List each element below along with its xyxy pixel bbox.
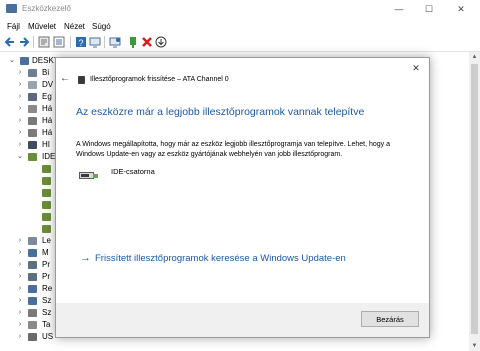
tree-item[interactable]: Bi (42, 68, 49, 78)
windows-update-link[interactable]: Frissített illesztőprogramok keresése a … (95, 253, 346, 264)
list-icon[interactable] (53, 36, 65, 48)
minimize-button[interactable]: — (384, 0, 414, 18)
dialog-description: A Windows megállapította, hogy már az es… (76, 141, 391, 158)
ide-channel-icon[interactable] (42, 165, 51, 173)
chevron-right-icon[interactable]: › (16, 260, 24, 270)
chevron-right-icon[interactable]: › (16, 236, 24, 246)
chevron-right-icon[interactable]: › (16, 68, 24, 78)
chevron-right-icon[interactable]: › (16, 284, 24, 294)
ide-channel-icon[interactable] (42, 201, 51, 209)
menu-bar: Fájl Művelet Nézet Súgó (0, 18, 480, 34)
chevron-down-icon[interactable]: ⌄ (16, 152, 24, 162)
ide-controller-icon (28, 153, 37, 161)
toolbar: ? (0, 34, 480, 52)
ide-channel-icon[interactable] (42, 225, 51, 233)
scrollbar-thumb[interactable] (471, 64, 478, 334)
ide-channel-icon (79, 172, 98, 179)
update-driver-dialog: ✕ ← Illesztőprogramok frissítése – ATA C… (55, 57, 430, 338)
update-driver-icon[interactable] (155, 36, 167, 48)
chevron-right-icon[interactable]: › (16, 116, 24, 126)
scan-hardware-icon[interactable] (109, 36, 121, 48)
printer-icon (28, 273, 37, 281)
window-close-button[interactable]: ✕ (446, 0, 476, 18)
menu-file[interactable]: Fájl (7, 22, 20, 31)
vertical-scrollbar[interactable]: ▲ ▼ (469, 52, 480, 351)
tree-item[interactable]: Ta (42, 320, 50, 330)
disk-drive-icon (28, 129, 37, 137)
menu-help[interactable]: Súgó (92, 22, 111, 31)
tree-item[interactable]: Há (42, 128, 52, 138)
monitor-icon[interactable] (89, 36, 101, 48)
ide-channel-icon[interactable] (42, 189, 51, 197)
tree-item[interactable]: Re (42, 284, 52, 294)
computer-icon (28, 297, 37, 305)
tree-item[interactable]: Pr (42, 272, 50, 282)
back-arrow-icon[interactable] (4, 36, 16, 48)
hid-icon (28, 141, 37, 149)
computer-icon (20, 57, 29, 65)
storage-controller-icon (28, 321, 37, 329)
tree-item[interactable]: Sz (42, 308, 51, 318)
arrow-right-icon[interactable]: → (80, 252, 91, 264)
window-title: Eszközkezelő (22, 4, 71, 13)
chevron-right-icon[interactable]: › (16, 272, 24, 282)
keyboard-icon (28, 237, 37, 245)
dialog-title: Illesztőprogramok frissítése – ATA Chann… (90, 76, 229, 83)
usb-controller-icon (28, 333, 37, 341)
menu-view[interactable]: Nézet (64, 22, 85, 31)
system-device-icon (28, 309, 37, 317)
help-icon[interactable]: ? (75, 36, 87, 48)
system-device-icon (28, 285, 37, 293)
chevron-right-icon[interactable]: › (16, 296, 24, 306)
device-manager-icon (6, 4, 17, 13)
maximize-button[interactable]: ☐ (414, 0, 444, 18)
dialog-close-button[interactable]: ✕ (410, 62, 422, 74)
scroll-up-icon[interactable]: ▲ (469, 52, 480, 62)
chevron-right-icon[interactable]: › (16, 248, 24, 258)
enable-device-icon[interactable] (127, 36, 139, 48)
dvd-drive-icon (28, 81, 37, 89)
driver-icon (78, 76, 85, 84)
chevron-right-icon[interactable]: › (16, 80, 24, 90)
input-device-icon (28, 69, 37, 77)
processor-icon (28, 261, 37, 269)
chevron-right-icon[interactable]: › (16, 92, 24, 102)
tree-item[interactable]: US (42, 332, 53, 342)
audio-device-icon (28, 105, 37, 113)
tree-item[interactable]: Eg (42, 92, 52, 102)
back-arrow-icon[interactable]: ← (60, 74, 70, 84)
tree-item[interactable]: IDE (42, 152, 55, 162)
properties-icon[interactable] (38, 36, 50, 48)
tree-item[interactable]: Pr (42, 260, 50, 270)
ide-channel-icon[interactable] (42, 177, 51, 185)
device-name: IDE-csatorna (111, 167, 155, 176)
chevron-right-icon[interactable]: › (16, 308, 24, 318)
chevron-right-icon[interactable]: › (16, 320, 24, 330)
forward-arrow-icon[interactable] (18, 36, 30, 48)
network-adapter-icon (28, 117, 37, 125)
title-bar: Eszközkezelő — ☐ ✕ (0, 0, 480, 18)
tree-item[interactable]: HI (42, 140, 50, 150)
tree-item[interactable]: Sz (42, 296, 51, 306)
chevron-right-icon[interactable]: › (16, 128, 24, 138)
dialog-heading: Az eszközre már a legjobb illesztőprogra… (76, 106, 365, 118)
ide-channel-icon[interactable] (42, 213, 51, 221)
chevron-down-icon[interactable]: ⌄ (8, 56, 16, 66)
tree-item[interactable]: Le (42, 236, 51, 246)
tree-item[interactable]: M (42, 248, 49, 258)
scroll-down-icon[interactable]: ▼ (469, 341, 480, 351)
chevron-right-icon[interactable]: › (16, 140, 24, 150)
mouse-icon (28, 93, 37, 101)
monitor-icon (28, 249, 37, 257)
close-button[interactable]: Bezárás (361, 311, 419, 327)
chevron-right-icon[interactable]: › (16, 332, 24, 342)
tree-item[interactable]: Há (42, 104, 52, 114)
chevron-right-icon[interactable]: › (16, 104, 24, 114)
tree-item[interactable]: DV (42, 80, 53, 90)
menu-action[interactable]: Művelet (28, 22, 56, 31)
remove-device-icon[interactable] (141, 36, 153, 48)
tree-item[interactable]: Há (42, 116, 52, 126)
svg-text:?: ? (78, 38, 83, 48)
